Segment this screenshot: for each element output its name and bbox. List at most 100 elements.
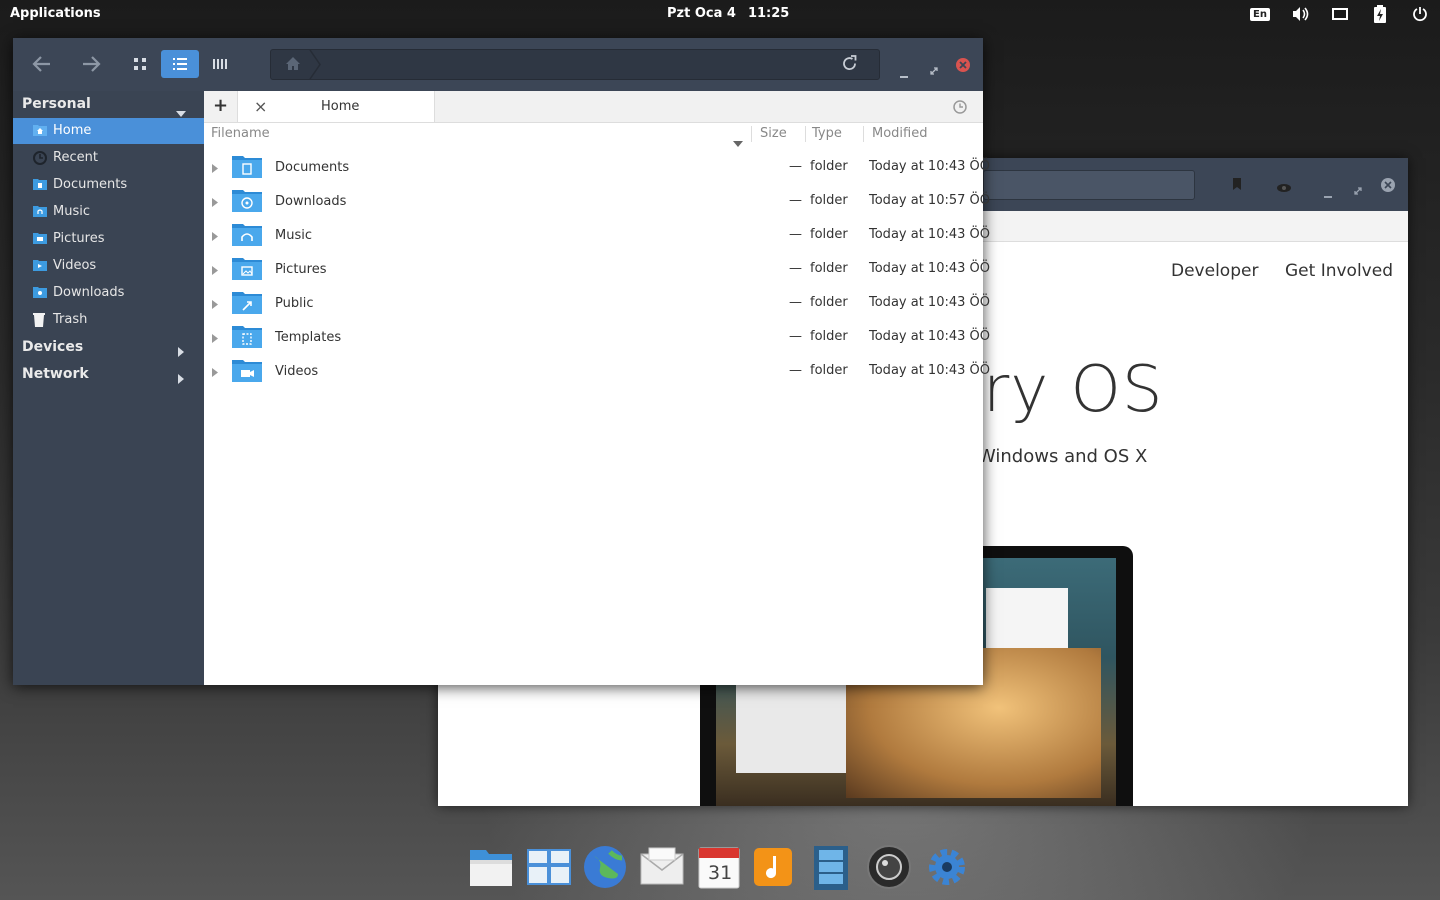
- maximize-icon[interactable]: [930, 60, 938, 79]
- nav-developer-link[interactable]: Developer: [1171, 261, 1258, 281]
- sidebar-item-trash[interactable]: Trash: [13, 307, 204, 333]
- close-icon[interactable]: [956, 57, 970, 76]
- eye-icon[interactable]: [1276, 178, 1292, 197]
- sidebar-category-devices[interactable]: Devices: [22, 339, 83, 355]
- table-row[interactable]: Templates — folder Today at 10:43 ÖÖ: [204, 320, 990, 354]
- icon-view-button[interactable]: [121, 50, 159, 78]
- forward-button[interactable]: [72, 50, 110, 78]
- column-header-size[interactable]: Size: [760, 126, 787, 141]
- file-manager-toolbar: [13, 38, 983, 91]
- file-name: Templates: [275, 330, 342, 345]
- expander-icon[interactable]: [212, 196, 218, 211]
- settings-app-icon[interactable]: [922, 844, 972, 890]
- sidebar-item-downloads[interactable]: Downloads: [13, 280, 204, 306]
- volume-icon[interactable]: [1289, 4, 1311, 24]
- file-modified: Today at 10:43 ÖÖ: [869, 159, 990, 174]
- files-app-icon[interactable]: [466, 844, 516, 890]
- tab-history-icon[interactable]: [953, 99, 967, 118]
- music-app-icon[interactable]: [748, 844, 798, 890]
- file-modified: Today at 10:43 ÖÖ: [869, 295, 990, 310]
- sidebar-item-label: Videos: [53, 258, 97, 273]
- sidebar-item-pictures[interactable]: Pictures: [13, 226, 204, 252]
- file-name: Documents: [275, 160, 350, 175]
- reload-icon[interactable]: [841, 55, 858, 76]
- videos-app-icon[interactable]: [806, 844, 856, 890]
- expander-icon[interactable]: [212, 332, 218, 347]
- bookmark-icon[interactable]: [1231, 176, 1243, 195]
- power-icon[interactable]: [1409, 4, 1431, 24]
- home-breadcrumb-icon[interactable]: [285, 56, 301, 75]
- file-modified: Today at 10:43 ÖÖ: [869, 329, 990, 344]
- table-row[interactable]: Music — folder Today at 10:43 ÖÖ: [204, 218, 990, 252]
- multitasking-app-icon[interactable]: [524, 844, 574, 890]
- browser-minimize-icon[interactable]: [1324, 183, 1332, 202]
- file-size: —: [789, 261, 802, 276]
- column-header-modified[interactable]: Modified: [872, 126, 927, 141]
- new-tab-button[interactable]: +: [213, 95, 228, 116]
- tab-label: Home: [321, 99, 360, 114]
- public-folder-icon: [232, 290, 262, 318]
- table-row[interactable]: Documents — folder Today at 10:43 ÖÖ: [204, 150, 990, 184]
- close-tab-icon[interactable]: ×: [254, 97, 267, 116]
- expander-icon[interactable]: [212, 230, 218, 245]
- browser-address-bar[interactable]: [983, 170, 1195, 200]
- expander-icon[interactable]: [212, 264, 218, 279]
- applications-menu[interactable]: Applications: [10, 6, 101, 21]
- clock[interactable]: Pzt Oca 4 11:25: [667, 6, 789, 21]
- breadcrumb-separator: [309, 50, 321, 79]
- tab-home[interactable]: × Home: [237, 91, 435, 122]
- music-folder-icon: [232, 222, 262, 250]
- sidebar-item-documents[interactable]: Documents: [13, 172, 204, 198]
- table-row[interactable]: Public — folder Today at 10:43 ÖÖ: [204, 286, 990, 320]
- chevron-right-icon[interactable]: [178, 342, 184, 361]
- browser-page-blank: [438, 688, 700, 806]
- expander-icon[interactable]: [212, 366, 218, 381]
- file-modified: Today at 10:57 ÖÖ: [869, 193, 990, 208]
- sidebar-category-personal[interactable]: Personal: [22, 96, 91, 112]
- table-row[interactable]: Downloads — folder Today at 10:57 ÖÖ: [204, 184, 990, 218]
- expander-icon[interactable]: [212, 162, 218, 177]
- chevron-right-icon[interactable]: [178, 369, 184, 388]
- keyboard-layout-icon[interactable]: En: [1249, 4, 1271, 24]
- sidebar-item-videos[interactable]: Videos: [13, 253, 204, 279]
- back-button[interactable]: [23, 50, 61, 78]
- mail-app-icon[interactable]: [637, 844, 687, 890]
- file-manager-window[interactable]: Personal Home Recent Documents Music Pic…: [13, 38, 990, 685]
- table-row[interactable]: Pictures — folder Today at 10:43 ÖÖ: [204, 252, 990, 286]
- column-header-type[interactable]: Type: [812, 126, 842, 141]
- documents-folder-icon: [33, 178, 47, 194]
- table-row[interactable]: Videos — folder Today at 10:43 ÖÖ: [204, 354, 990, 388]
- minimize-icon[interactable]: [900, 63, 908, 82]
- home-folder-icon: [33, 124, 47, 140]
- file-type: folder: [810, 329, 848, 344]
- camera-app-icon[interactable]: [864, 844, 914, 890]
- column-header-filename[interactable]: Filename: [211, 126, 270, 141]
- sidebar-item-recent[interactable]: Recent: [13, 145, 204, 171]
- videos-folder-icon: [33, 259, 47, 275]
- file-modified: Today at 10:43 ÖÖ: [869, 363, 990, 378]
- calendar-app-icon[interactable]: 31: [694, 844, 744, 890]
- browser-close-icon[interactable]: [1381, 177, 1395, 196]
- path-bar[interactable]: [270, 49, 880, 80]
- sidebar-item-label: Recent: [53, 150, 98, 165]
- sidebar-item-home[interactable]: Home: [13, 118, 204, 144]
- column-view-button[interactable]: [201, 50, 239, 78]
- sidebar-item-label: Trash: [53, 312, 88, 327]
- web-browser-app-icon[interactable]: [580, 844, 630, 890]
- time-label: 11:25: [747, 6, 790, 21]
- battery-icon[interactable]: [1369, 4, 1391, 24]
- nav-get-involved-link[interactable]: Get Involved: [1285, 261, 1393, 281]
- sidebar-category-network[interactable]: Network: [22, 366, 89, 382]
- file-list-pane[interactable]: + × Home Filename Size Type Modified Doc…: [204, 91, 990, 685]
- downloads-folder-icon: [33, 286, 47, 302]
- browser-maximize-icon[interactable]: [1354, 180, 1362, 199]
- expander-icon[interactable]: [212, 298, 218, 313]
- sidebar-item-label: Documents: [53, 177, 128, 192]
- sort-descending-icon[interactable]: [733, 132, 743, 151]
- display-icon[interactable]: [1329, 4, 1351, 24]
- file-name: Downloads: [275, 194, 347, 209]
- list-view-button[interactable]: [161, 50, 199, 78]
- sidebar-item-music[interactable]: Music: [13, 199, 204, 225]
- file-size: —: [789, 363, 802, 378]
- keyboard-layout-label: En: [1250, 7, 1270, 21]
